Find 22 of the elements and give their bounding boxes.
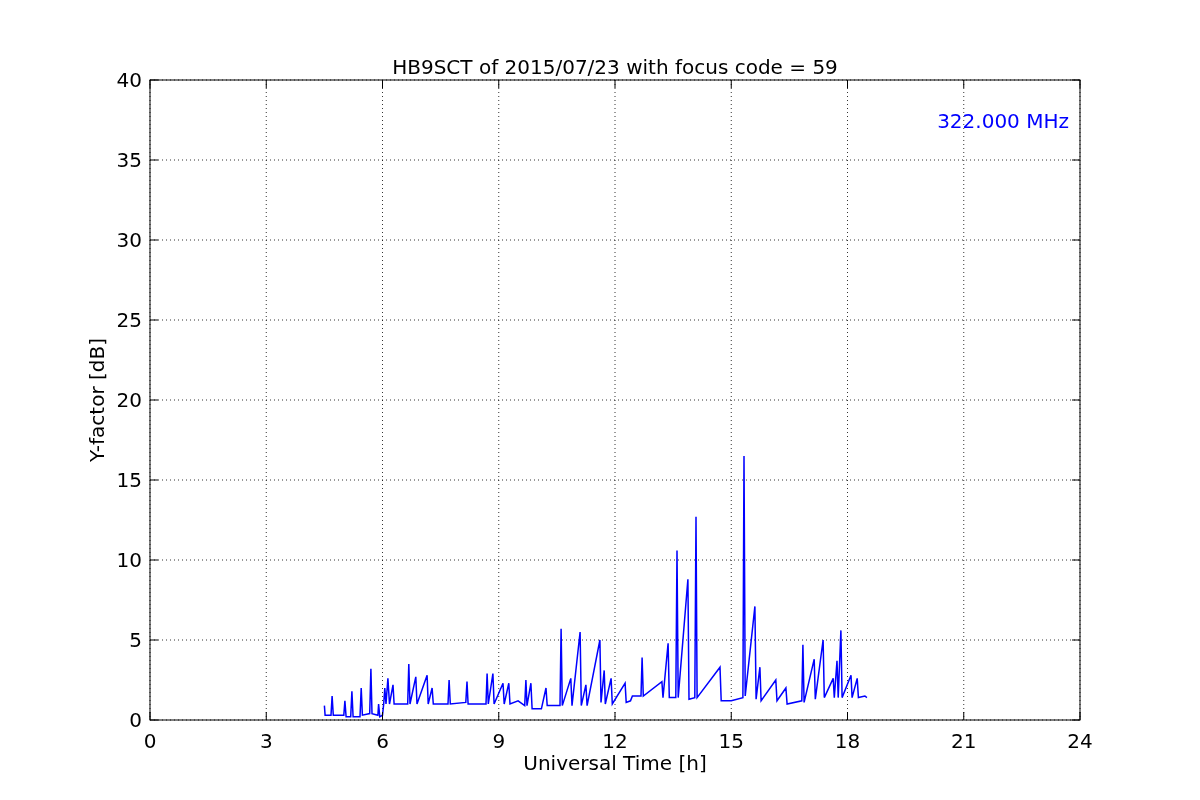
x-tick-label: 6 — [376, 729, 389, 753]
y-tick-label: 15 — [116, 468, 142, 492]
x-tick-label: 18 — [834, 729, 861, 753]
y-tick-label: 10 — [116, 548, 142, 572]
y-axis-label: Y-factor [dB] — [85, 338, 109, 462]
x-tick-label: 9 — [492, 729, 506, 753]
y-tick-label: 40 — [116, 68, 142, 92]
x-tick-label: 12 — [602, 729, 628, 753]
y-tick-label: 5 — [129, 628, 142, 652]
y-tick-label: 35 — [116, 148, 142, 172]
y-tick-label: 25 — [116, 308, 142, 332]
x-axis-label: Universal Time [h] — [523, 751, 707, 775]
x-tick-label: 24 — [1067, 729, 1093, 753]
y-tick-label: 30 — [116, 228, 142, 252]
x-tick-label: 3 — [259, 729, 273, 753]
chart-title: HB9SCT of 2015/07/23 with focus code = 59 — [392, 55, 838, 79]
x-tick-label: 0 — [143, 729, 157, 753]
x-tick-label: 15 — [718, 729, 744, 753]
y-tick-label: 0 — [129, 708, 142, 732]
y-tick-label: 20 — [116, 388, 142, 412]
x-tick-label: 21 — [951, 729, 977, 753]
frequency-label: 322.000 MHz — [937, 109, 1069, 133]
